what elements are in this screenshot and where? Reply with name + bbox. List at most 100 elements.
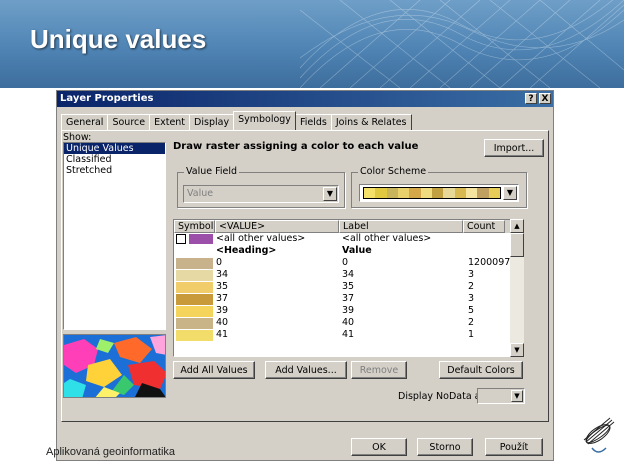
color-ramp-swatch — [431, 188, 444, 198]
symbol-cell[interactable] — [174, 317, 215, 329]
color-swatch[interactable] — [176, 294, 213, 305]
add-all-values-button[interactable]: Add All Values — [173, 361, 255, 379]
show-item-unique-values[interactable]: Unique Values — [64, 143, 165, 154]
symbol-cell[interactable] — [174, 257, 215, 269]
checkbox[interactable] — [176, 234, 186, 244]
color-swatch[interactable] — [176, 306, 213, 317]
table-body: <all other values> <all other values> <Hea… — [174, 233, 520, 341]
layer-properties-dialog: Layer Properties ? X General Source Exte… — [56, 90, 554, 461]
label-cell[interactable]: 37 — [340, 293, 466, 305]
label-cell[interactable]: 0 — [340, 257, 466, 269]
value-cell: 34 — [216, 269, 229, 280]
color-swatch[interactable] — [176, 258, 213, 269]
value-cell: 35 — [216, 281, 229, 292]
color-ramp-swatch — [465, 188, 478, 198]
tab-source[interactable]: Source — [107, 114, 151, 131]
symbol-cell[interactable] — [174, 329, 215, 341]
scroll-thumb[interactable] — [510, 233, 524, 257]
color-ramp-swatch — [488, 188, 500, 198]
slide-title: Unique values — [30, 24, 207, 54]
raster-preview-image — [63, 334, 166, 398]
apply-button[interactable]: Použít — [485, 438, 543, 456]
color-ramp-swatch — [443, 188, 455, 198]
column-value[interactable]: <VALUE> — [215, 220, 339, 233]
table-row[interactable]: <Heading> Value — [174, 245, 520, 257]
symbol-cell[interactable] — [174, 233, 215, 245]
color-swatch[interactable] — [189, 234, 213, 244]
symbol-cell[interactable] — [174, 293, 215, 305]
color-swatch[interactable] — [176, 330, 213, 341]
symbol-cell[interactable] — [174, 245, 215, 257]
table-row[interactable]: 37 37 3 — [174, 293, 520, 305]
value-cell: <all other values> — [216, 233, 306, 244]
color-scheme-legend: Color Scheme — [358, 166, 429, 177]
label-cell[interactable]: 40 — [340, 317, 466, 329]
label-cell[interactable]: 34 — [340, 269, 466, 281]
value-field-legend: Value Field — [184, 166, 240, 177]
label-cell[interactable]: 39 — [340, 305, 466, 317]
count-cell: 1 — [468, 329, 475, 340]
show-item-stretched[interactable]: Stretched — [64, 165, 165, 176]
tab-extent[interactable]: Extent — [149, 114, 191, 131]
show-item-classified[interactable]: Classified — [64, 154, 165, 165]
table-row[interactable]: 40 40 2 — [174, 317, 520, 329]
count-cell: 5 — [468, 305, 475, 316]
show-list: Unique Values Classified Stretched — [63, 142, 166, 330]
university-logo-icon — [583, 417, 615, 453]
tab-symbology[interactable]: Symbology — [233, 111, 296, 130]
column-symbol[interactable]: Symbol — [174, 220, 215, 233]
label-cell[interactable]: Value — [340, 245, 466, 257]
symbol-cell[interactable] — [174, 269, 215, 281]
table-row[interactable]: 35 35 2 — [174, 281, 520, 293]
color-scheme-dropdown[interactable]: ▼ — [359, 184, 519, 202]
footer-text: Aplikovaná geoinformatika — [46, 446, 176, 458]
tab-joins-relates[interactable]: Joins & Relates — [330, 114, 412, 131]
symbol-cell[interactable] — [174, 305, 215, 317]
value-cell: 37 — [216, 293, 229, 304]
label-cell[interactable]: <all other values> — [340, 233, 466, 245]
ok-button[interactable]: OK — [351, 438, 407, 456]
table-scrollbar[interactable]: ▲ ▼ — [510, 219, 524, 357]
color-ramp-swatch — [420, 188, 432, 198]
value-cell: 39 — [216, 305, 229, 316]
color-ramp-swatch — [397, 188, 410, 198]
tab-display[interactable]: Display — [189, 114, 235, 131]
symbology-heading: Draw raster assigning a color to each va… — [173, 141, 419, 152]
scroll-up-icon[interactable]: ▲ — [510, 219, 524, 233]
tab-fields[interactable]: Fields — [294, 114, 332, 131]
column-count[interactable]: Count — [463, 220, 505, 233]
table-row[interactable]: 0 0 1200097 — [174, 257, 520, 269]
label-cell[interactable]: 35 — [340, 281, 466, 293]
mesh-decoration — [300, 0, 624, 88]
table-row[interactable]: 41 41 1 — [174, 329, 520, 341]
nodata-color-dropdown[interactable]: ▼ — [477, 388, 525, 404]
color-ramp — [363, 187, 501, 199]
tab-general[interactable]: General — [61, 114, 109, 131]
color-ramp-swatch — [364, 188, 376, 198]
dialog-titlebar[interactable]: Layer Properties ? X — [57, 91, 553, 107]
value-field-dropdown[interactable]: Value ▼ — [183, 185, 339, 203]
count-cell: 3 — [468, 293, 475, 304]
color-swatch[interactable] — [176, 282, 213, 293]
table-row[interactable]: 39 39 5 — [174, 305, 520, 317]
color-ramp-swatch — [477, 188, 489, 198]
label-cell[interactable]: 41 — [340, 329, 466, 341]
color-swatch[interactable] — [176, 270, 213, 281]
value-field-value: Value — [187, 188, 214, 199]
add-values-button[interactable]: Add Values... — [265, 361, 347, 379]
default-colors-button[interactable]: Default Colors — [439, 361, 523, 379]
table-row[interactable]: <all other values> <all other values> — [174, 233, 520, 245]
column-label[interactable]: Label — [339, 220, 463, 233]
cancel-button[interactable]: Storno — [417, 438, 473, 456]
scroll-down-icon[interactable]: ▼ — [510, 343, 524, 357]
remove-button[interactable]: Remove — [351, 361, 407, 379]
value-cell: 41 — [216, 329, 229, 340]
count-cell: 3 — [468, 269, 475, 280]
import-button[interactable]: Import... — [484, 139, 544, 157]
color-ramp-swatch — [454, 188, 466, 198]
help-button[interactable]: ? — [525, 93, 537, 104]
table-row[interactable]: 34 34 3 — [174, 269, 520, 281]
symbol-cell[interactable] — [174, 281, 215, 293]
color-swatch[interactable] — [176, 318, 213, 329]
close-button[interactable]: X — [539, 93, 551, 104]
